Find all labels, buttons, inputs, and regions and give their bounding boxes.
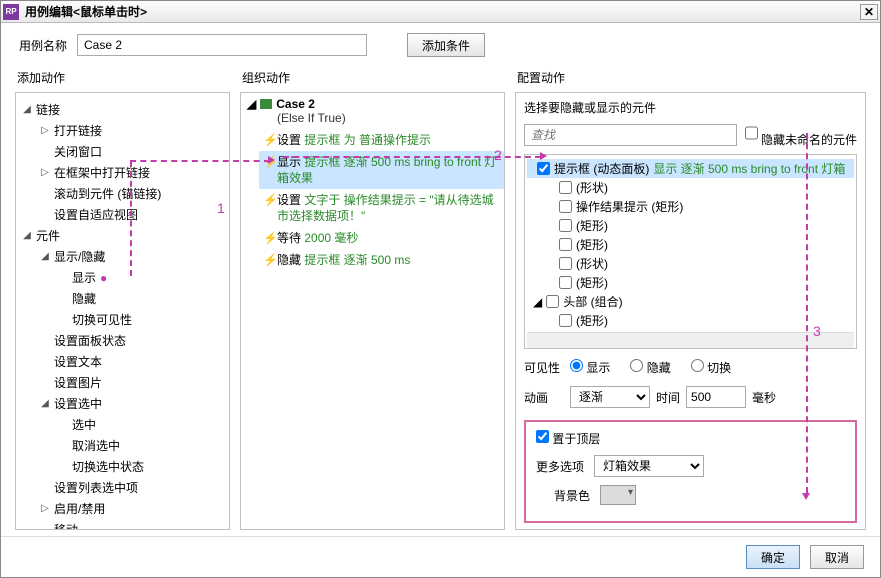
radio-show[interactable]: 显示 (570, 359, 610, 376)
tree-set-text[interactable]: 设置文本 (38, 351, 225, 372)
select-widgets-label: 选择要隐藏或显示的元件 (524, 99, 857, 116)
widget-row[interactable]: (矩形) (527, 311, 854, 330)
widget-row[interactable]: (矩形) (527, 235, 854, 254)
titlebar: RP 用例编辑<鼠标单击时> ✕ (1, 1, 880, 23)
col-right-header: 配置动作 (515, 65, 866, 92)
case-icon (260, 99, 272, 109)
widget-checkbox[interactable] (559, 238, 572, 251)
more-options-label: 更多选项 (536, 458, 584, 475)
tree-move[interactable]: 移动 (38, 519, 225, 530)
app-icon: RP (3, 4, 19, 20)
tree-set-image[interactable]: 设置图片 (38, 372, 225, 393)
bolt-icon: ⚡ (263, 192, 277, 224)
tree-toggle-vis[interactable]: 切换可见性 (56, 309, 225, 330)
widget-row[interactable]: (矩形) (527, 216, 854, 235)
widget-checkbox[interactable] (559, 219, 572, 232)
search-input[interactable] (524, 124, 737, 146)
add-condition-button[interactable]: 添加条件 (407, 33, 485, 57)
else-label: (Else If True) (277, 111, 498, 125)
widget-checkbox[interactable] (559, 276, 572, 289)
hide-unnamed-check[interactable]: 隐藏未命名的元件 (745, 122, 857, 148)
anim-label: 动画 (524, 389, 564, 406)
time-input[interactable] (686, 386, 746, 408)
widget-row[interactable]: (形状) (527, 254, 854, 273)
widget-row[interactable]: (形状) (527, 178, 854, 197)
bolt-icon: ⚡ (263, 132, 277, 148)
tree-selected[interactable]: ◢设置选中 (38, 393, 225, 414)
radio-hide[interactable]: 隐藏 (630, 359, 670, 376)
tree-list-item[interactable]: 设置列表选中项 (38, 477, 225, 498)
col-mid-header: 组织动作 (240, 65, 505, 92)
action-row[interactable]: ⚡等待 2000 毫秒 (259, 227, 504, 249)
tree-link[interactable]: ◢链接 (20, 99, 225, 120)
widget-row[interactable]: 操作结果提示 (矩形) (527, 197, 854, 216)
hscrollbar[interactable] (527, 332, 854, 348)
case-header[interactable]: ◢Case 2 (247, 97, 498, 111)
tree-toggle-sel[interactable]: 切换选中状态 (56, 456, 225, 477)
time-label: 时间 (656, 389, 680, 406)
widget-checkbox[interactable] (559, 200, 572, 213)
tree-unsel[interactable]: 取消选中 (56, 435, 225, 456)
col-left-header: 添加动作 (15, 65, 230, 92)
widget-checkbox[interactable] (546, 295, 559, 308)
bolt-icon: ⚡ (263, 252, 277, 268)
tree-widget[interactable]: ◢元件 (20, 225, 225, 246)
case-name-label: 用例名称 (19, 37, 67, 54)
bolt-icon: ⚡ (263, 230, 277, 246)
bgcolor-label: 背景色 (554, 487, 590, 504)
more-options-select[interactable]: 灯箱效果 (594, 455, 704, 477)
time-unit: 毫秒 (752, 389, 776, 406)
tree-open-link[interactable]: ▷打开链接 (38, 120, 225, 141)
case-name-input[interactable] (77, 34, 367, 56)
widget-row[interactable]: (矩形) (527, 273, 854, 292)
tree-show[interactable]: 显示 ● (56, 267, 225, 288)
widget-row[interactable]: 提示框 (动态面板) 显示 逐渐 500 ms bring to front 灯… (527, 159, 854, 178)
window-title: 用例编辑<鼠标单击时> (25, 3, 860, 20)
cancel-button[interactable]: 取消 (810, 545, 864, 569)
configure-panel: 选择要隐藏或显示的元件 隐藏未命名的元件 提示框 (动态面板) 显示 逐渐 50… (515, 92, 866, 530)
tree-enable[interactable]: ▷启用/禁用 (38, 498, 225, 519)
close-icon[interactable]: ✕ (860, 4, 878, 20)
actions-tree[interactable]: ◢链接 ▷打开链接 关闭窗口 ▷在框架中打开链接 滚动到元件 (锚链接) 设置自… (15, 92, 230, 530)
widget-checkbox[interactable] (537, 162, 550, 175)
ok-button[interactable]: 确定 (746, 545, 800, 569)
radio-toggle[interactable]: 切换 (691, 359, 731, 376)
tree-hide[interactable]: 隐藏 (56, 288, 225, 309)
action-row[interactable]: ⚡设置 提示框 为 普通操作提示 (259, 129, 504, 151)
action-row[interactable]: ⚡设置 文字于 操作结果提示 = "请从待选城市选择数据项！" (259, 189, 504, 227)
anim-select[interactable]: 逐渐 (570, 386, 650, 408)
widget-row[interactable]: ◢头部 (组合) (527, 292, 854, 311)
action-row[interactable]: ⚡隐藏 提示框 逐渐 500 ms (259, 249, 504, 271)
widget-checkbox[interactable] (559, 257, 572, 270)
tree-panel-state[interactable]: 设置面板状态 (38, 330, 225, 351)
bgcolor-picker[interactable] (600, 485, 636, 505)
tree-sel[interactable]: 选中 (56, 414, 225, 435)
widget-checkbox[interactable] (559, 314, 572, 327)
tree-close-window[interactable]: 关闭窗口 (38, 141, 225, 162)
bring-to-front-check[interactable]: 置于顶层 (536, 430, 600, 447)
widget-checkbox[interactable] (559, 181, 572, 194)
